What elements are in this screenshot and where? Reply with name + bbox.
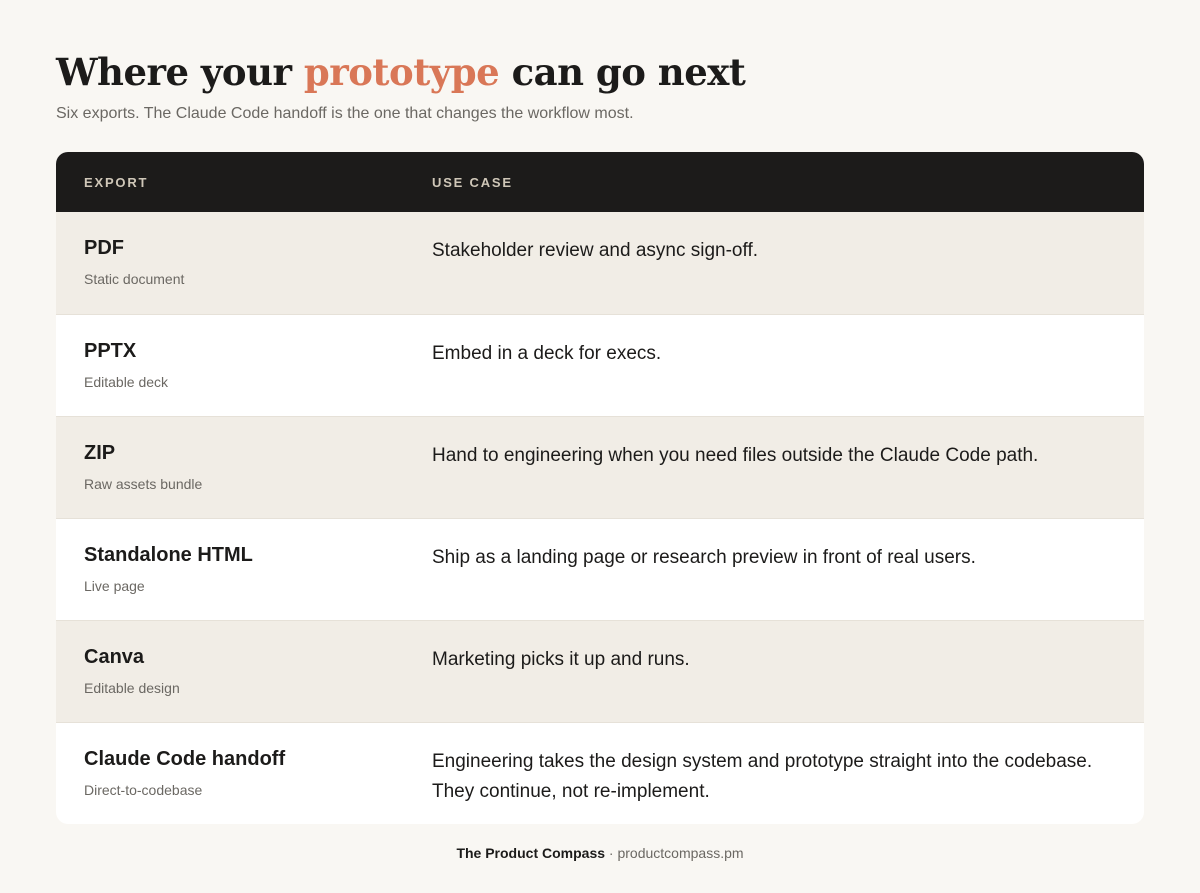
export-description: Live page [84,578,145,594]
export-description: Editable design [84,680,180,696]
table-header: EXPORT USE CASE [56,152,1144,212]
title-suffix: can go next [499,50,746,94]
footer-separator: · [605,845,618,861]
export-name: PDF [84,237,124,259]
export-name: Standalone HTML [84,544,253,566]
export-name: Claude Code handoff [84,748,286,770]
export-description: Raw assets bundle [84,476,203,492]
use-case-text: Embed in a deck for execs. [432,343,662,364]
page-subtitle: Six exports. The Claude Code handoff is … [56,105,634,122]
table-row: ZIP Raw assets bundle Hand to engineerin… [56,416,1144,518]
use-case-text: Hand to engineering when you need files … [432,445,1039,466]
column-header-use-case: USE CASE [432,175,513,190]
export-description: Editable deck [84,374,169,390]
use-case-text: Marketing picks it up and runs. [432,649,690,670]
use-case-text: Engineering takes the design system and … [432,751,1093,802]
export-name: PPTX [84,340,137,362]
table-row: PPTX Editable deck Embed in a deck for e… [56,314,1144,416]
footer-brand: The Product Compass [456,845,606,861]
title-accent-word: prototype [303,50,500,94]
export-description: Static document [84,271,185,287]
export-name: ZIP [84,442,116,464]
table-row: Standalone HTML Live page Ship as a land… [56,518,1144,620]
title-prefix: Where your [56,50,304,94]
page: Where your prototype can go next Six exp… [0,0,1200,893]
use-case-text: Stakeholder review and async sign-off. [432,240,758,261]
exports-table: EXPORT USE CASE PDF Static document Stak… [56,152,1144,824]
footer-credit: The Product Compass · productcompass.pm [0,845,1200,861]
column-header-export: EXPORT [84,175,149,190]
table-row: Canva Editable design Marketing picks it… [56,620,1144,722]
use-case-text: Ship as a landing page or research previ… [432,547,976,568]
page-title: Where your prototype can go next [56,50,746,94]
export-description: Direct-to-codebase [84,782,203,798]
table-row: Claude Code handoff Direct-to-codebase E… [56,722,1144,824]
footer-site: productcompass.pm [617,845,744,861]
export-name: Canva [84,646,145,668]
table-row: PDF Static document Stakeholder review a… [56,212,1144,314]
